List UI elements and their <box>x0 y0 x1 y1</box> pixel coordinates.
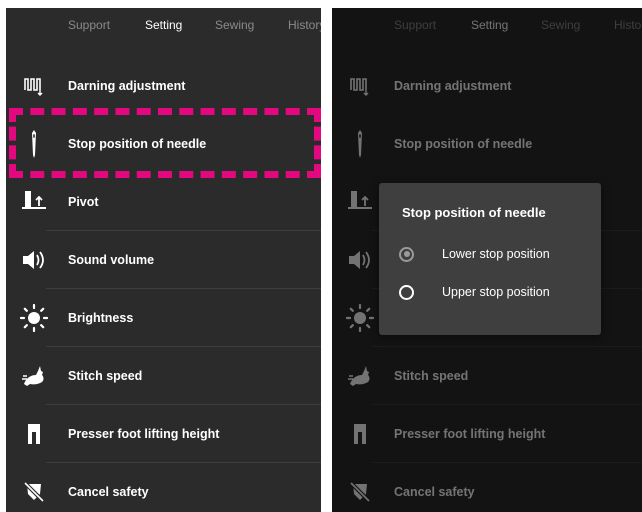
setting-label: Cancel safety <box>68 485 149 499</box>
pivot-icon <box>19 187 49 217</box>
settings-screen-left: Support Setting Sewing History Darning a… <box>6 8 321 512</box>
tab-support[interactable]: Support <box>68 18 110 32</box>
option-label: Lower stop position <box>442 247 550 261</box>
setting-darning-adjustment[interactable]: Darning adjustment <box>6 57 321 115</box>
speaker-icon <box>19 245 49 275</box>
dialog-title: Stop position of needle <box>402 205 546 220</box>
setting-presser-foot-lifting-height[interactable]: Presser foot lifting height <box>6 405 321 463</box>
setting-label: Pivot <box>68 195 99 209</box>
tab-bar: Support Setting Sewing History <box>6 8 321 44</box>
tab-sewing[interactable]: Sewing <box>215 18 254 32</box>
setting-brightness[interactable]: Brightness <box>6 289 321 347</box>
option-lower-stop-position[interactable]: Lower stop position <box>399 243 550 265</box>
setting-label: Darning adjustment <box>68 79 186 93</box>
setting-pivot[interactable]: Pivot <box>6 173 321 231</box>
option-upper-stop-position[interactable]: Upper stop position <box>399 281 550 303</box>
setting-label: Stitch speed <box>68 369 143 383</box>
radio-selected-icon[interactable] <box>399 246 414 262</box>
tab-history[interactable]: History <box>288 18 321 32</box>
radio-unselected-icon[interactable] <box>399 284 414 300</box>
sun-icon <box>19 303 49 333</box>
setting-label: Presser foot lifting height <box>68 427 220 441</box>
presser-foot-icon <box>19 419 49 449</box>
setting-label: Brightness <box>68 311 134 325</box>
highlight-box <box>9 108 321 178</box>
stop-position-dialog: Stop position of needle Lower stop posit… <box>379 183 601 335</box>
settings-screen-right: Support Setting Sewing History Darning a… <box>332 8 642 512</box>
setting-cancel-safety[interactable]: Cancel safety <box>6 463 321 512</box>
rabbit-icon <box>19 361 49 391</box>
darning-icon <box>19 71 49 101</box>
cancel-safety-icon <box>19 477 49 507</box>
setting-label: Sound volume <box>68 253 155 267</box>
setting-stitch-speed[interactable]: Stitch speed <box>6 347 321 405</box>
tab-setting[interactable]: Setting <box>145 18 182 32</box>
setting-sound-volume[interactable]: Sound volume <box>6 231 321 289</box>
option-label: Upper stop position <box>442 285 550 299</box>
